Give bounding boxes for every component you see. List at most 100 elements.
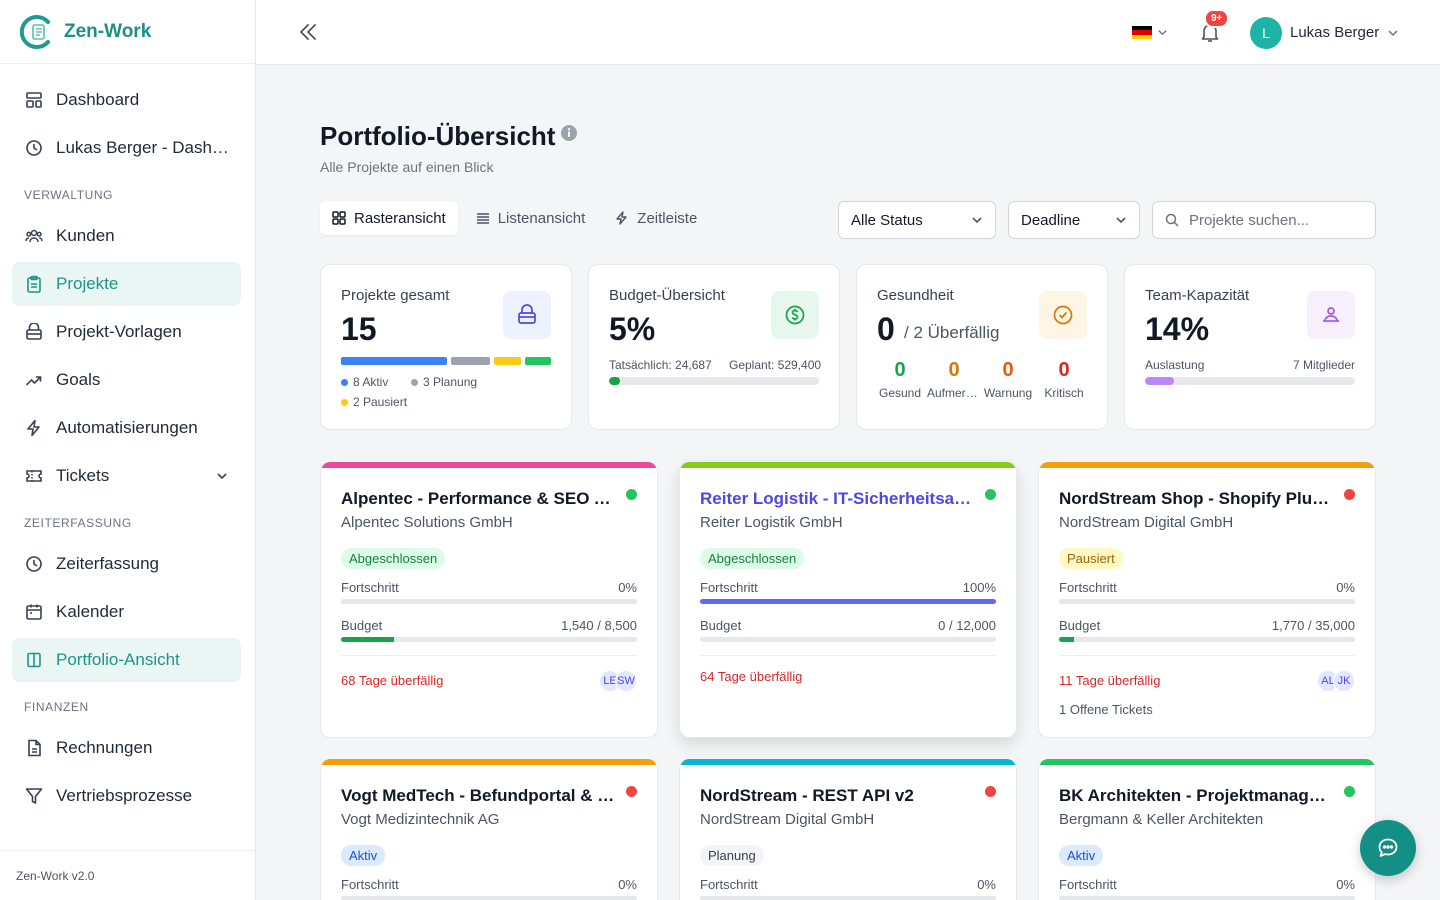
- sidebar-item-label: Dashboard: [56, 90, 140, 109]
- project-card-3[interactable]: Vogt MedTech - Befundportal & Video Vogt…: [320, 759, 658, 900]
- stat-icon-box: [1039, 291, 1087, 339]
- sidebar-item-dashboard[interactable]: Dashboard: [12, 78, 241, 122]
- sidebar-item-label: Portfolio-Ansicht: [56, 650, 180, 669]
- avatar[interactable]: SW: [615, 670, 637, 692]
- sidebar-item-label: Zeiterfassung: [56, 554, 159, 573]
- users-icon: [25, 229, 43, 243]
- avatar[interactable]: JK: [1333, 670, 1355, 692]
- status-badge: Aktiv: [341, 845, 386, 866]
- stat-label: Gesundheit: [877, 287, 954, 304]
- progress-row: Fortschritt 0%: [1059, 580, 1355, 595]
- stat-value: 5%: [609, 311, 656, 347]
- sidebar-item-label: Lukas Berger - Dashboard: [56, 138, 232, 157]
- topbar: 9+ L Lukas Berger: [256, 0, 1440, 65]
- language-flag-de-icon[interactable]: [1132, 26, 1152, 39]
- project-card-2[interactable]: NordStream Shop - Shopify Plus Migration…: [1038, 462, 1376, 738]
- chevron-down-icon: [1116, 217, 1126, 224]
- sidebar-item-portfolio-ansicht[interactable]: Portfolio-Ansicht: [12, 638, 241, 682]
- sidebar-item-rechnungen[interactable]: Rechnungen: [12, 726, 241, 770]
- dashboard-icon: [26, 92, 42, 108]
- overdue-text: 64 Tage überfällig: [700, 669, 803, 684]
- chevron-down-icon[interactable]: [1387, 27, 1399, 39]
- funnel-icon: [25, 788, 43, 804]
- health-dot: [626, 489, 637, 500]
- view-switcher: Rasteransicht Listenansicht Zeitleiste: [320, 201, 709, 235]
- status-badge: Planung: [700, 845, 764, 866]
- stat-value: 14%: [1145, 311, 1210, 347]
- sidebar-item-kunden[interactable]: Kunden: [12, 214, 241, 258]
- card-accent: [321, 759, 657, 765]
- sort-select[interactable]: Deadline: [1008, 201, 1140, 239]
- card-accent: [1039, 462, 1375, 468]
- sidebar-item-goals[interactable]: Goals: [12, 358, 241, 402]
- main-content: Portfolio-Übersicht Alle Projekte auf ei…: [256, 65, 1440, 900]
- view-grid-button[interactable]: Rasteransicht: [320, 201, 458, 235]
- budget-planned: Geplant: 529,400: [729, 358, 822, 372]
- sidebar-item-vertriebsprozesse[interactable]: Vertriebsprozesse: [12, 774, 241, 818]
- card-accent: [680, 759, 1016, 765]
- chevron-down-icon[interactable]: [215, 469, 229, 483]
- project-client: Bergmann & Keller Architekten: [1059, 811, 1264, 828]
- segment-planung: [451, 357, 490, 365]
- chat-button[interactable]: [1360, 820, 1416, 876]
- team-members: 7 Mitglieder: [1292, 358, 1355, 372]
- progress-bar: [341, 896, 637, 900]
- view-timeline-button[interactable]: Zeitleiste: [603, 201, 709, 235]
- sidebar-item-label: Rechnungen: [56, 738, 153, 757]
- search-input[interactable]: [1189, 211, 1359, 229]
- health-dot: [985, 489, 996, 500]
- status-filter-select[interactable]: Alle Status: [838, 201, 996, 239]
- sidebar-item-projekt-vorlagen[interactable]: Projekt-Vorlagen: [12, 310, 241, 354]
- budget-bar: [1059, 637, 1355, 642]
- project-title[interactable]: NordStream - REST API v2: [700, 786, 976, 806]
- project-card-1[interactable]: Reiter Logistik - IT-Sicherheitsaudit Re…: [679, 462, 1017, 738]
- stat-value: 15: [341, 311, 377, 347]
- chevron-down-icon[interactable]: [1157, 27, 1168, 38]
- brand[interactable]: Zen-Work: [0, 0, 255, 64]
- project-client: Alpentec Solutions GmbH: [341, 514, 513, 531]
- progress-row: Fortschritt 0%: [341, 580, 637, 595]
- overdue-text: 11 Tage überfällig: [1059, 673, 1161, 688]
- avatar[interactable]: L: [1250, 17, 1282, 49]
- card-accent: [1039, 759, 1375, 765]
- info-icon[interactable]: [560, 124, 578, 142]
- project-card-4[interactable]: NordStream - REST API v2 NordStream Digi…: [679, 759, 1017, 900]
- select-value: Alle Status: [851, 211, 923, 229]
- card-accent: [680, 462, 1016, 468]
- project-card-5[interactable]: BK Architekten - Projektmanagement Bergm…: [1038, 759, 1376, 900]
- project-title[interactable]: Vogt MedTech - Befundportal & Video: [341, 786, 617, 806]
- sidebar-item-automatisierungen[interactable]: Automatisierungen: [12, 406, 241, 450]
- status-badge: Abgeschlossen: [341, 548, 446, 569]
- document-icon: [28, 739, 41, 757]
- budget-row: Budget 1,770 / 35,000: [1059, 618, 1355, 633]
- bolt-icon: [27, 419, 40, 437]
- segment-abgeschlossen: [525, 357, 551, 365]
- stat-card-team: Team-Kapazität 14% Auslastung 7 Mitglied…: [1124, 264, 1376, 430]
- sidebar-item-tickets[interactable]: Tickets: [12, 454, 241, 498]
- user-name[interactable]: Lukas Berger: [1290, 24, 1379, 41]
- open-tickets: 1 Offene Tickets: [1059, 702, 1153, 717]
- chat-icon: [1378, 838, 1398, 857]
- project-title[interactable]: BK Architekten - Projektmanagement: [1059, 786, 1335, 806]
- stat-icon-box: [1307, 291, 1355, 339]
- collapse-sidebar-icon[interactable]: [296, 20, 320, 44]
- project-title[interactable]: Reiter Logistik - IT-Sicherheitsaudit: [700, 489, 976, 509]
- progress-bar: [1059, 599, 1355, 604]
- project-client: NordStream Digital GmbH: [700, 811, 875, 828]
- sidebar-item-kalender[interactable]: Kalender: [12, 590, 241, 634]
- sidebar-item-projekte[interactable]: Projekte: [12, 262, 241, 306]
- sidebar-item-user-dashboard[interactable]: Lukas Berger - Dashboard: [12, 126, 241, 170]
- sidebar-item-zeiterfassung[interactable]: Zeiterfassung: [12, 542, 241, 586]
- project-title[interactable]: Alpentec - Performance & SEO Audit: [341, 489, 617, 509]
- view-list-button[interactable]: Listenansicht: [464, 201, 598, 235]
- status-badge: Pausiert: [1059, 548, 1123, 569]
- dollar-icon: [785, 305, 805, 325]
- utilization-label: Auslastung: [1145, 358, 1205, 372]
- sidebar-item-label: Automatisierungen: [56, 418, 198, 437]
- stat-value: 0: [877, 311, 895, 347]
- project-card-0[interactable]: Alpentec - Performance & SEO Audit Alpen…: [320, 462, 658, 738]
- project-title[interactable]: NordStream Shop - Shopify Plus Migration: [1059, 489, 1335, 509]
- stat-icon-box: [503, 291, 551, 339]
- clock-icon: [26, 140, 42, 156]
- health-gesund: 0 Gesund: [878, 359, 922, 400]
